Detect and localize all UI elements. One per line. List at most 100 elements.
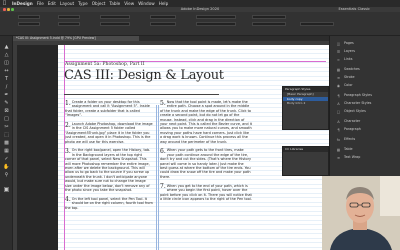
list-item: 6. When your path gets to the front tires…	[160, 148, 252, 179]
character-icon: A	[337, 120, 340, 124]
step-number: 5.	[160, 99, 166, 107]
height-field[interactable]	[58, 22, 80, 26]
eyedropper-tool-icon[interactable]: ✓	[3, 156, 10, 163]
dock-item-effects[interactable]: Effects	[344, 137, 355, 142]
rectangle-frame-tool-icon[interactable]: ⊠	[3, 108, 10, 115]
x-field[interactable]	[18, 15, 40, 19]
effects-field[interactable]	[300, 22, 334, 26]
list-item: 1. Create a folder on your desktop for th…	[65, 100, 153, 118]
menu-edit[interactable]: Edit	[48, 0, 56, 7]
fill-swatch[interactable]	[196, 15, 236, 19]
text-wrap-icon: ≡	[336, 156, 340, 160]
style-row[interactable]: Body Intro 2	[283, 101, 328, 106]
y-field[interactable]	[18, 22, 40, 26]
presenter-image	[322, 176, 400, 250]
scissors-tool-icon[interactable]: ✂	[3, 124, 10, 131]
swatches-icon: ▦	[336, 68, 341, 72]
scale-y-field[interactable]	[100, 22, 130, 26]
menu-file[interactable]: File	[37, 0, 44, 7]
dock-item-paragraph[interactable]: Paragraph	[344, 127, 361, 132]
dock-item-color[interactable]: Color	[344, 83, 353, 88]
webcam-overlay	[322, 176, 400, 250]
dock-item-table[interactable]: Table	[344, 147, 353, 152]
zoom-window-icon[interactable]	[11, 8, 14, 11]
table-icon: ▦	[336, 148, 341, 152]
document-subhead: Assignment 5a: Photoshop, Part II	[65, 62, 145, 67]
panel-title[interactable]: CC Libraries	[283, 147, 328, 152]
layers-icon: ☰	[336, 50, 341, 54]
column-guide	[158, 105, 159, 250]
menu-object[interactable]: Object	[92, 0, 106, 7]
close-window-icon[interactable]	[3, 8, 6, 11]
step-text: Launch Adobe Photoshop, download the ima…	[65, 122, 153, 144]
text-column-2[interactable]: 5. Now that the tool point is made, let's…	[160, 100, 252, 206]
menu-type[interactable]: Type	[78, 0, 88, 7]
menu-help[interactable]: Help	[159, 0, 169, 7]
window-controls	[3, 8, 14, 11]
step-text: When you get to the end of your path, wh…	[160, 183, 252, 201]
menu-view[interactable]: View	[124, 0, 134, 7]
stroke-swatch[interactable]	[196, 22, 236, 26]
line-tool-icon[interactable]: ∕	[3, 84, 10, 91]
stroke-weight-field[interactable]	[252, 15, 286, 19]
character-styles-icon: A	[337, 102, 340, 106]
fill-stroke-icon[interactable]: ▣	[3, 186, 10, 193]
apple-icon[interactable]: 	[3, 0, 8, 7]
dock-item-text-wrap[interactable]: Text Wrap	[344, 155, 360, 160]
list-item: 3. On the right box/panel, open the Histo…	[65, 148, 153, 192]
dock-item-layers[interactable]: Layers	[344, 49, 355, 54]
text-column-1[interactable]: 1. Create a folder on your desktop for th…	[65, 100, 153, 215]
step-number: 7.	[160, 183, 166, 191]
rotate-field[interactable]	[150, 15, 176, 19]
free-transform-tool-icon[interactable]: ⬚	[3, 132, 10, 139]
menu-bar:  InDesign File Edit Layout Type Object …	[0, 0, 400, 7]
color-icon: ◉	[336, 84, 341, 88]
list-item: 2. Launch Adobe Photoshop, download the i…	[65, 122, 153, 144]
dock-item-links[interactable]: Links	[344, 57, 352, 62]
dock-item-character-styles[interactable]: Character Styles	[344, 101, 371, 106]
rectangle-tool-icon[interactable]: □	[3, 116, 10, 123]
gap-tool-icon[interactable]: ↔	[3, 68, 10, 75]
zoom-tool-icon[interactable]: ⚲	[3, 172, 10, 179]
app-menu[interactable]: InDesign	[12, 0, 33, 7]
gradient-tool-icon[interactable]: ▩	[3, 140, 10, 147]
menu-window[interactable]: Window	[138, 0, 155, 7]
window-title: Adobe InDesign 2020	[180, 7, 220, 11]
page-tool-icon[interactable]: ◫	[3, 60, 10, 67]
step-number: 2.	[65, 121, 71, 129]
document-heading: CAS III: Design & Layout	[64, 68, 224, 83]
step-number: 6.	[160, 147, 166, 155]
direct-selection-tool-icon[interactable]: △	[3, 52, 10, 59]
scale-x-field[interactable]	[100, 15, 130, 19]
step-number: 1.	[65, 99, 71, 107]
menu-table[interactable]: Table	[109, 0, 120, 7]
shear-field[interactable]	[150, 22, 176, 26]
stroke-icon: ≡	[336, 76, 340, 80]
cc-libraries-panel[interactable]: CC Libraries	[282, 146, 329, 176]
step-number: 4.	[65, 196, 71, 204]
tools-panel: ▲ △ ◫ ↔ T ∕ ✒ ✎ ⊠ □ ✂ ⬚ ▩ ▦ ✓ ✋ ⚲ ▣	[0, 36, 13, 250]
minimize-window-icon[interactable]	[7, 8, 10, 11]
links-icon: ∞	[337, 58, 340, 62]
step-text: Now that the tool point is made, let's m…	[160, 100, 252, 144]
dock-item-pages[interactable]: Pages	[344, 41, 354, 46]
step-number: 3.	[65, 147, 71, 155]
paragraph-styles-panel[interactable]: Paragraph Styles [Basic Paragraph] body …	[282, 86, 329, 130]
type-tool-icon[interactable]: T	[3, 76, 10, 83]
dock-item-stroke[interactable]: Stroke	[344, 75, 355, 80]
note-tool-icon[interactable]: ▦	[3, 148, 10, 155]
pen-tool-icon[interactable]: ✒	[3, 92, 10, 99]
opacity-field[interactable]	[252, 22, 286, 26]
width-field[interactable]	[58, 15, 80, 19]
list-item: 7. When you get to the end of your path, …	[160, 184, 252, 202]
dock-item-character[interactable]: Character	[344, 119, 360, 124]
menu-layout[interactable]: Layout	[60, 0, 74, 7]
step-text: Create a folder on your desktop for this…	[65, 100, 150, 118]
step-text: When your path gets to the front tires, …	[160, 148, 252, 179]
dock-item-paragraph-styles[interactable]: Paragraph Styles	[344, 93, 372, 98]
pencil-tool-icon[interactable]: ✎	[3, 100, 10, 107]
selection-tool-icon[interactable]: ▲	[3, 44, 10, 51]
hand-tool-icon[interactable]: ✋	[3, 164, 10, 171]
dock-item-object-styles[interactable]: Object Styles	[344, 109, 366, 114]
dock-item-swatches[interactable]: Swatches	[344, 67, 360, 72]
